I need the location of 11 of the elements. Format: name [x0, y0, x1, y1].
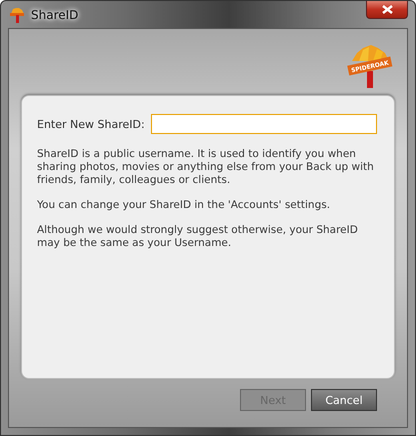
field-label: Enter New ShareID: [37, 118, 145, 130]
description-text: Although we would strongly suggest otherwise, your ShareID may be the same as your Username. [37, 224, 359, 250]
description-text: ShareID is a public username. It is used to identify you when sharing photos, movies or anything else from your Back up with friends, family, colleagues or clients. [37, 148, 375, 187]
shareid-input[interactable] [150, 114, 377, 134]
close-icon [382, 5, 392, 14]
description-text: You can change your ShareID in the 'Accounts' settings. [37, 199, 332, 212]
logo-drawing [347, 45, 392, 88]
close-button[interactable] [366, 1, 408, 19]
dialog-button[interactable]: Cancel [311, 389, 377, 411]
app-icon [9, 6, 25, 22]
window-title: ShareID [31, 8, 78, 22]
